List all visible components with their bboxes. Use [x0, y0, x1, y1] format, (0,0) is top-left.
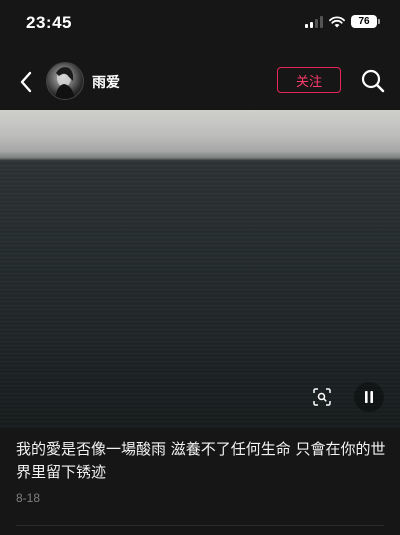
pause-button[interactable] — [354, 382, 384, 412]
post-date: 8-18 — [16, 491, 41, 505]
username[interactable]: 雨爱 — [92, 72, 120, 92]
battery-icon: 76 — [351, 15, 380, 28]
status-icons: 76 — [305, 15, 380, 28]
video-frame — [0, 160, 400, 428]
avatar[interactable] — [46, 62, 84, 100]
back-button[interactable] — [14, 68, 38, 96]
scan-button[interactable] — [307, 382, 337, 412]
battery-level: 76 — [351, 15, 377, 28]
video-player[interactable] — [0, 110, 400, 428]
scan-icon — [313, 388, 331, 406]
status-bar: 23:45 76 — [0, 0, 400, 50]
search-icon — [361, 69, 385, 93]
post-caption: 我的愛是否像一場酸雨 滋養不了任何生命 只會在你的世界里留下锈迹 — [16, 440, 386, 481]
wifi-icon — [329, 15, 345, 27]
divider — [16, 525, 384, 526]
search-button[interactable] — [360, 68, 386, 94]
follow-button[interactable]: 关注 — [277, 67, 341, 93]
status-time: 23:45 — [26, 13, 72, 32]
chevron-left-icon — [20, 71, 32, 93]
nav-bar: 雨爱 关注 — [0, 58, 400, 106]
signal-icon — [305, 15, 323, 28]
pause-icon — [365, 391, 373, 403]
